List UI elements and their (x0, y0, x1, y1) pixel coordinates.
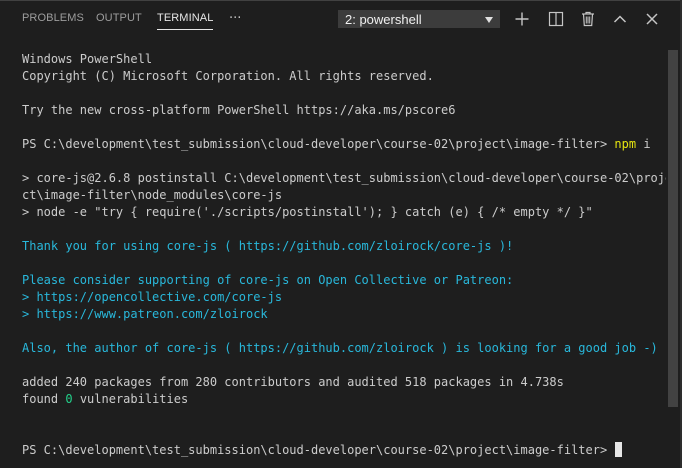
terminal-text-segment: Windows PowerShell (22, 52, 153, 66)
terminal-line: Please consider supporting of core-js on… (22, 272, 666, 289)
terminal-line: Thank you for using core-js ( https://gi… (22, 238, 666, 255)
terminal-output: Windows PowerShell Copyright (C) Microsof… (22, 51, 666, 459)
terminal-line: > https://www.patreon.com/zloirock (22, 306, 666, 323)
terminal-line: Try the new cross-platform PowerShell ht… (22, 102, 666, 119)
terminal-line: added 240 packages from 280 contributors… (22, 374, 666, 391)
terminal-text-segment: found (22, 392, 66, 406)
terminal-text-segment: i (636, 137, 651, 151)
terminal-select-value: 2: powershell (345, 12, 422, 27)
terminal-line: Windows PowerShell (22, 51, 666, 68)
terminal-text-segment: https://opencollective.com/core-js (36, 290, 283, 304)
terminal-text-segment: > core-js@2.6.8 postinstall C:\developme… (22, 171, 666, 185)
more-actions-icon[interactable]: ··· (229, 3, 245, 34)
terminal-text-segment: ct\image-filter\node_modules\core-js (22, 188, 283, 202)
panel-header: PROBLEMS OUTPUT TERMINAL ··· 2: powershe… (0, 3, 682, 34)
trash-icon[interactable] (578, 9, 598, 29)
vscode-panel: PROBLEMS OUTPUT TERMINAL ··· 2: powershe… (0, 0, 682, 468)
terminal-text-segment: Try the new cross-platform PowerShell ht… (22, 103, 456, 117)
terminal-text-segment: vulnerabilities (72, 392, 189, 406)
terminal-text-segment: > (22, 307, 37, 321)
editor-text-remnant (30, 0, 140, 2)
tab-terminal[interactable]: TERMINAL (157, 3, 214, 34)
terminal-text-segment: PS C:\development\test_submission\cloud-… (22, 137, 615, 151)
terminal-text-segment: https://www.patreon.com/zloirock (36, 307, 268, 321)
terminal-text-segment: > node -e "try { require('./scripts/post… (22, 205, 593, 219)
terminal-text-segment: npm (614, 137, 637, 151)
terminal-line: Copyright (C) Microsoft Corporation. All… (22, 68, 666, 85)
terminal-text-segment: > (22, 290, 37, 304)
terminal-cursor (615, 442, 623, 457)
tab-output[interactable]: OUTPUT (96, 3, 142, 34)
terminal-line: Also, the author of core-js ( https://gi… (22, 340, 666, 357)
terminal-view[interactable]: Windows PowerShell Copyright (C) Microsof… (0, 34, 666, 468)
close-icon[interactable] (642, 9, 662, 29)
terminal-text-segment: Please consider supporting of core-js on… (22, 273, 521, 287)
terminal-scrollbar[interactable] (668, 50, 678, 407)
terminal-line: > node -e "try { require('./scripts/post… (22, 204, 666, 221)
terminal-text-segment: Thank you for using core-js ( https://gi… (22, 239, 514, 253)
terminal-line: > core-js@2.6.8 postinstall C:\developme… (22, 170, 666, 187)
terminal-text-segment: added 240 packages from 280 contributors… (22, 375, 564, 389)
dropdown-arrow-icon (485, 17, 493, 23)
terminal-text-segment: PS C:\development\test_submission\cloud-… (22, 443, 615, 457)
terminal-line: found 0 vulnerabilities (22, 391, 666, 408)
terminal-line: PS C:\development\test_submission\cloud-… (22, 442, 666, 459)
plus-icon[interactable] (512, 9, 532, 29)
terminal-line: PS C:\development\test_submission\cloud-… (22, 136, 666, 153)
split-icon[interactable] (546, 9, 566, 29)
terminal-select[interactable]: 2: powershell (338, 10, 500, 28)
scrollbar-thumb[interactable] (668, 50, 678, 407)
terminal-line: ct\image-filter\node_modules\core-js (22, 187, 666, 204)
tab-problems[interactable]: PROBLEMS (22, 3, 84, 34)
terminal-text-segment: Copyright (C) Microsoft Corporation. All… (22, 69, 434, 83)
terminal-text-segment: Also, the author of core-js ( https://gi… (22, 341, 658, 355)
terminal-line: > https://opencollective.com/core-js (22, 289, 666, 306)
terminal-text-segment: 0 (65, 392, 73, 406)
chevron-up-icon[interactable] (610, 9, 630, 29)
